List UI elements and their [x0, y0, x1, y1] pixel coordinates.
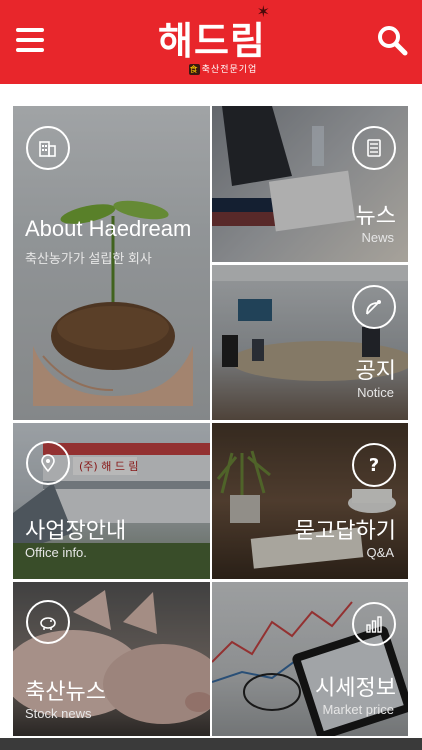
- logo-star-icon: ✶: [256, 2, 270, 21]
- newspaper-icon: [352, 126, 396, 170]
- building-icon: [26, 126, 70, 170]
- brand-tagline: 축산전문기업: [201, 65, 258, 75]
- hamburger-menu-icon[interactable]: [16, 28, 44, 52]
- tile-subtitle: Stock news: [25, 706, 92, 721]
- brand-seal: 食: [188, 64, 200, 75]
- tile-notice[interactable]: 공지 Notice: [212, 265, 408, 420]
- tile-title: 공지: [355, 358, 396, 383]
- tile-subtitle: Q&A: [366, 545, 394, 560]
- piggy-bank-icon: [26, 600, 70, 644]
- tile-subtitle: Notice: [357, 385, 394, 400]
- satellite-dish-icon: [352, 285, 396, 329]
- tile-title: 묻고답하기: [294, 518, 396, 543]
- brand-tagline-row: 食 축산전문기업: [178, 62, 268, 75]
- bar-chart-icon: [352, 602, 396, 646]
- map-pin-icon: [26, 441, 70, 485]
- tile-title: About Haedream: [25, 216, 192, 241]
- menu-grid: About Haedream 축산농가가 설립한 회사 뉴스 News 공지 N…: [0, 84, 422, 750]
- tile-subtitle: Market price: [322, 702, 394, 717]
- tile-title: 사업장안내: [25, 518, 127, 543]
- tile-office-info[interactable]: (주) 해 드 림 사업장안내 Office info.: [13, 423, 210, 579]
- app-header: 해드림 ✶ 食 축산전문기업: [0, 0, 422, 84]
- brand-logo[interactable]: 해드림 ✶ 食 축산전문기업: [156, 2, 270, 78]
- svg-text:?: ?: [369, 455, 379, 475]
- tile-stock-news[interactable]: 축산뉴스 Stock news: [13, 582, 210, 736]
- search-icon[interactable]: [376, 24, 408, 56]
- tile-title: 뉴스: [355, 203, 396, 228]
- bottom-edge-bar: [0, 738, 422, 750]
- tile-qna[interactable]: ? 묻고답하기 Q&A: [212, 423, 408, 579]
- tile-about[interactable]: About Haedream 축산농가가 설립한 회사: [13, 106, 210, 420]
- tile-title: 축산뉴스: [25, 679, 106, 704]
- question-icon: ?: [352, 443, 396, 487]
- tile-subtitle: 축산농가가 설립한 회사: [25, 251, 152, 266]
- brand-name: 해드림: [158, 18, 266, 63]
- tile-subtitle: News: [361, 230, 394, 245]
- tile-market-price[interactable]: 시세정보 Market price: [212, 582, 408, 736]
- tile-subtitle: Office info.: [25, 545, 87, 560]
- tile-title: 시세정보: [315, 675, 396, 700]
- tile-news[interactable]: 뉴스 News: [212, 106, 408, 262]
